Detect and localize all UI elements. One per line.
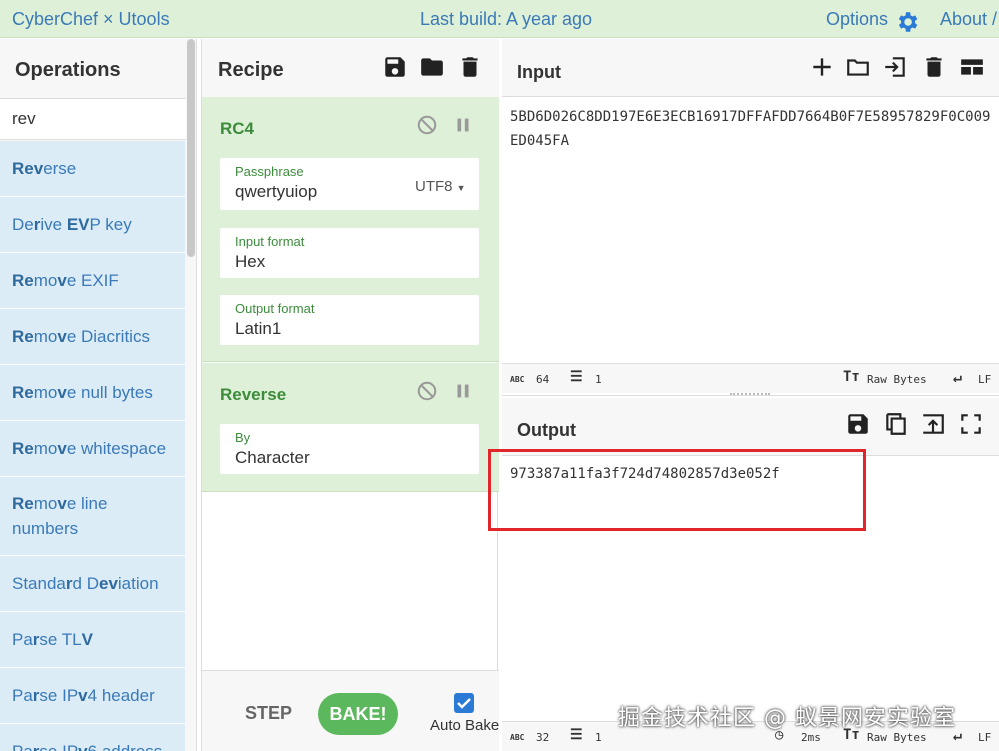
trash-icon[interactable] xyxy=(921,54,947,80)
watermark: 掘金技术社区 @ 蚁景网安实验室 xyxy=(618,706,956,731)
lines-icon: ☰ xyxy=(570,727,583,743)
recipe-op-rc4: RC4 Passphrase qwertyuiop UTF8 ▼ Input f… xyxy=(202,97,499,362)
plus-icon[interactable] xyxy=(809,54,835,80)
op-item-remove-diacritics[interactable]: Remove Diacritics xyxy=(0,309,185,365)
output-raw-bytes[interactable]: Raw Bytes xyxy=(867,731,927,744)
top-banner: CyberChef × Utools Last build: A year ag… xyxy=(0,0,999,38)
op-item-remove-exif[interactable]: Remove EXIF xyxy=(0,253,185,309)
input-title: Input xyxy=(517,62,561,82)
panel-resize-handle[interactable] xyxy=(730,393,770,397)
input-status-bar: ABC 64 ☰ 1 Tт Raw Bytes ↵ LF xyxy=(502,363,999,393)
op-item-remove-whitespace[interactable]: Remove whitespace xyxy=(0,421,185,477)
op-item-remove-null-bytes[interactable]: Remove null bytes xyxy=(0,365,185,421)
output-eol[interactable]: LF xyxy=(978,731,991,744)
op-item-parse-ipv4-header[interactable]: Parse IPv4 header xyxy=(0,668,185,724)
import-icon[interactable] xyxy=(882,54,908,80)
passphrase-value: qwertyuiop xyxy=(235,182,318,201)
replace-input-icon[interactable] xyxy=(920,411,946,437)
about-link[interactable]: About / xyxy=(940,9,997,30)
passphrase-label: Passphrase xyxy=(235,164,304,179)
checkmark-icon xyxy=(457,698,471,709)
input-format-field[interactable]: Input format Hex xyxy=(220,228,479,278)
output-lines: 1 xyxy=(595,731,602,744)
layout-icon[interactable] xyxy=(959,54,985,80)
input-text[interactable]: 5BD6D026C8DD197E6E3ECB16917DFFAFDD7664B0… xyxy=(510,105,995,153)
op-name-rc4: RC4 xyxy=(220,119,255,138)
output-format-label: Output format xyxy=(235,301,315,316)
text-format-icon[interactable]: Tт xyxy=(843,369,860,385)
output-length: 32 xyxy=(536,731,550,744)
pause-icon[interactable] xyxy=(452,114,474,136)
recipe-panel: Recipe RC4 Passphrase qwertyuiop UTF8 ▼ … xyxy=(201,39,499,751)
save-icon[interactable] xyxy=(382,54,408,80)
trash-icon[interactable] xyxy=(457,54,483,80)
copy-icon[interactable] xyxy=(883,411,909,437)
gear-icon[interactable] xyxy=(894,9,920,35)
input-raw-bytes[interactable]: Raw Bytes xyxy=(867,373,927,386)
input-header: Input xyxy=(502,39,999,97)
auto-bake-checkbox[interactable] xyxy=(454,693,474,713)
recipe-title: Recipe xyxy=(218,59,284,81)
recipe-header: Recipe xyxy=(202,39,499,97)
by-label: By xyxy=(235,430,251,445)
op-item-parse-ipv6-address[interactable]: Parse IPv6 address xyxy=(0,724,185,751)
output-time: 2ms xyxy=(801,731,821,744)
maximize-icon[interactable] xyxy=(958,411,984,437)
output-highlight-box xyxy=(488,449,866,531)
input-lines: 1 xyxy=(595,373,602,386)
output-header: Output xyxy=(502,398,999,456)
op-item-reverse[interactable]: Reverse xyxy=(0,141,185,197)
output-title: Output xyxy=(517,420,576,440)
options-link[interactable]: Options xyxy=(826,9,888,30)
input-length: 64 xyxy=(536,373,550,386)
by-value: Character xyxy=(235,448,310,467)
op-item-parse-tlv[interactable]: Parse TLV xyxy=(0,612,185,668)
input-format-value: Hex xyxy=(235,252,266,271)
by-field[interactable]: By Character xyxy=(220,424,479,474)
caret-down-icon: ▼ xyxy=(456,183,466,193)
abc-icon: ABC xyxy=(510,733,525,742)
disable-icon[interactable] xyxy=(416,114,438,136)
operations-list: Reverse Derive EVP key Remove EXIF Remov… xyxy=(0,141,185,751)
save-icon[interactable] xyxy=(845,411,871,437)
input-eol[interactable]: LF xyxy=(978,373,991,386)
lines-icon: ☰ xyxy=(570,369,583,385)
disable-icon[interactable] xyxy=(416,380,438,402)
output-format-value: Latin1 xyxy=(235,319,282,338)
input-panel: Input 5BD6D026C8DD197E6E3ECB16917DFFAFDD… xyxy=(502,39,999,396)
bake-button[interactable]: BAKE! xyxy=(318,693,398,735)
folder-icon[interactable] xyxy=(419,54,445,80)
recipe-op-reverse: Reverse By Character xyxy=(202,363,499,492)
operations-title: Operations xyxy=(15,59,121,81)
op-item-remove-line-numbers[interactable]: Remove line numbers xyxy=(0,477,185,556)
operations-panel: Operations Reverse Derive EVP key Remove… xyxy=(0,39,197,751)
eol-icon[interactable]: ↵ xyxy=(953,368,962,386)
input-format-label: Input format xyxy=(235,234,305,249)
auto-bake-label: Auto Bake xyxy=(430,717,500,734)
operations-scrollbar[interactable] xyxy=(187,39,195,257)
op-item-standard-deviation[interactable]: Standard Deviation xyxy=(0,556,185,612)
step-button[interactable]: STEP xyxy=(245,703,292,724)
output-format-field[interactable]: Output format Latin1 xyxy=(220,295,479,345)
op-name-reverse: Reverse xyxy=(220,385,287,404)
pause-icon[interactable] xyxy=(452,380,474,402)
operations-search-input[interactable] xyxy=(0,98,186,140)
abc-icon: ABC xyxy=(510,375,525,384)
open-folder-icon[interactable] xyxy=(845,54,871,80)
passphrase-field[interactable]: Passphrase qwertyuiop UTF8 ▼ xyxy=(220,158,479,210)
recipe-footer: STEP BAKE! Auto Bake xyxy=(202,670,499,751)
encoding-dropdown[interactable]: UTF8 ▼ xyxy=(415,178,466,195)
op-item-derive-evp-key[interactable]: Derive EVP key xyxy=(0,197,185,253)
